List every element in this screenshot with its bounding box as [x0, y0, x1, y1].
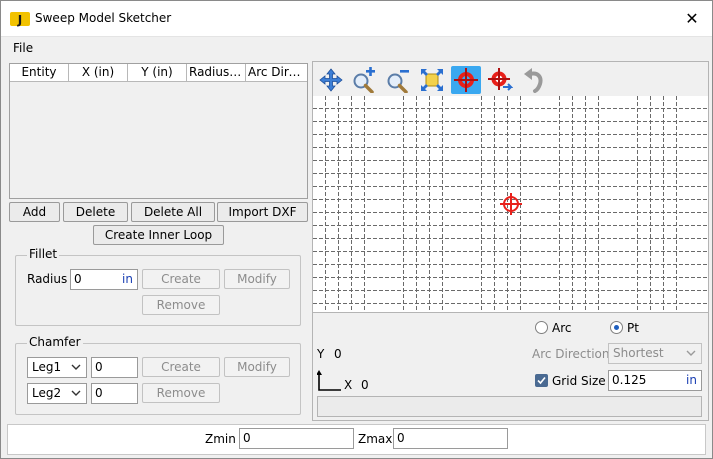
x-coord-value: 0 [361, 378, 369, 392]
grid-size-label: Grid Size [552, 374, 606, 388]
create-inner-loop-button[interactable]: Create Inner Loop [93, 225, 224, 245]
zmax-input[interactable]: 0 [393, 428, 508, 449]
checkmark-icon [537, 376, 546, 385]
chamfer-remove-button[interactable]: Remove [142, 383, 220, 403]
leg2-selected: Leg2 [32, 386, 62, 400]
pan-icon [319, 68, 343, 92]
column-y[interactable]: Y (in) [128, 64, 187, 82]
column-arc-direction[interactable]: Arc Direc... [246, 64, 307, 82]
grid-size-unit: in [686, 373, 697, 387]
chamfer-title: Chamfer [27, 335, 83, 349]
delete-button[interactable]: Delete [63, 202, 128, 222]
pt-radio-label: Pt [627, 321, 639, 335]
column-radius[interactable]: Radius (i... [187, 64, 246, 82]
radius-unit: in [122, 272, 133, 286]
origin-crosshair-icon [500, 193, 522, 215]
origin-target-button[interactable] [451, 66, 481, 94]
leg1-input[interactable]: 0 [91, 357, 138, 378]
radius-label: Radius [27, 272, 68, 286]
chevron-down-icon [71, 364, 81, 370]
zmax-value: 0 [397, 431, 405, 445]
close-icon[interactable]: ✕ [682, 9, 702, 29]
zoom-out-icon [387, 70, 409, 93]
zmax-label: Zmax [358, 432, 393, 446]
svg-text:J: J [17, 13, 22, 27]
y-coord-value: 0 [334, 347, 342, 361]
move-origin-button[interactable] [485, 66, 515, 94]
arc-direction-label: Arc Direction [532, 347, 610, 361]
zoom-out-button[interactable] [383, 66, 413, 94]
pt-radio[interactable] [610, 321, 623, 334]
leg1-select[interactable]: Leg1 [27, 357, 87, 378]
import-dxf-button[interactable]: Import DXF [217, 202, 308, 222]
chamfer-modify-button[interactable]: Modify [224, 357, 290, 377]
sketch-panel: Arc Pt Y 0 X 0 Arc Direction Shortest Gr… [312, 61, 709, 421]
title-bar: J Sweep Model Sketcher ✕ [1, 1, 712, 37]
add-button[interactable]: Add [9, 202, 60, 222]
zoom-in-icon [353, 67, 375, 93]
undo-button[interactable] [519, 66, 549, 94]
chevron-down-icon [686, 350, 696, 356]
chamfer-create-button[interactable]: Create [142, 357, 220, 377]
grid-size-input[interactable]: 0.125 in [608, 370, 702, 391]
zoom-fit-button[interactable] [417, 66, 447, 94]
x-coord-label: X [344, 378, 353, 392]
sketch-canvas[interactable] [313, 96, 708, 313]
leg1-selected: Leg1 [32, 360, 62, 374]
zmin-input[interactable]: 0 [239, 428, 354, 449]
grid-size-value: 0.125 [612, 373, 647, 387]
sweep-model-sketcher-window: J Sweep Model Sketcher ✕ File Entity X (… [0, 0, 713, 459]
arc-direction-selected: Shortest [613, 346, 664, 360]
grid-size-checkbox[interactable] [535, 374, 548, 387]
undo-icon [524, 68, 543, 93]
y-coord-label: Y [317, 347, 325, 361]
leg2-value: 0 [95, 386, 103, 400]
move-origin-icon [488, 68, 513, 91]
fillet-modify-button[interactable]: Modify [224, 269, 290, 289]
fillet-group [15, 255, 301, 326]
menu-bar: File [1, 38, 712, 60]
arc-radio-label: Arc [552, 321, 572, 335]
chamfer-group [15, 343, 301, 415]
origin-target-icon [454, 68, 478, 92]
z-range-bar: Zmin 0 Zmax 0 [7, 424, 706, 455]
chevron-down-icon [71, 390, 81, 396]
delete-all-button[interactable]: Delete All [131, 202, 215, 222]
leg2-input[interactable]: 0 [91, 383, 138, 404]
zoom-fit-icon [421, 69, 443, 91]
fillet-title: Fillet [27, 247, 60, 261]
pan-button[interactable] [316, 66, 346, 94]
arc-direction-select[interactable]: Shortest [608, 343, 702, 364]
axes-icon [317, 370, 341, 391]
zmin-label: Zmin [205, 432, 236, 446]
window-title: Sweep Model Sketcher [35, 11, 172, 25]
column-entity[interactable]: Entity [10, 64, 69, 82]
radius-value: 0 [74, 272, 82, 286]
fillet-create-button[interactable]: Create [142, 269, 220, 289]
leg1-value: 0 [95, 360, 103, 374]
arc-radio[interactable] [535, 321, 548, 334]
entity-table[interactable]: Entity X (in) Y (in) Radius (i... Arc Di… [9, 63, 308, 199]
fillet-remove-button[interactable]: Remove [142, 295, 220, 315]
zoom-in-button[interactable] [349, 66, 379, 94]
menu-file[interactable]: File [7, 41, 39, 55]
zmin-value: 0 [243, 431, 251, 445]
leg2-select[interactable]: Leg2 [27, 383, 87, 404]
radius-input[interactable]: 0 in [70, 269, 138, 290]
app-logo-icon: J [10, 12, 30, 27]
status-bar [317, 396, 702, 417]
table-header: Entity X (in) Y (in) Radius (i... Arc Di… [10, 64, 307, 82]
column-x[interactable]: X (in) [69, 64, 128, 82]
